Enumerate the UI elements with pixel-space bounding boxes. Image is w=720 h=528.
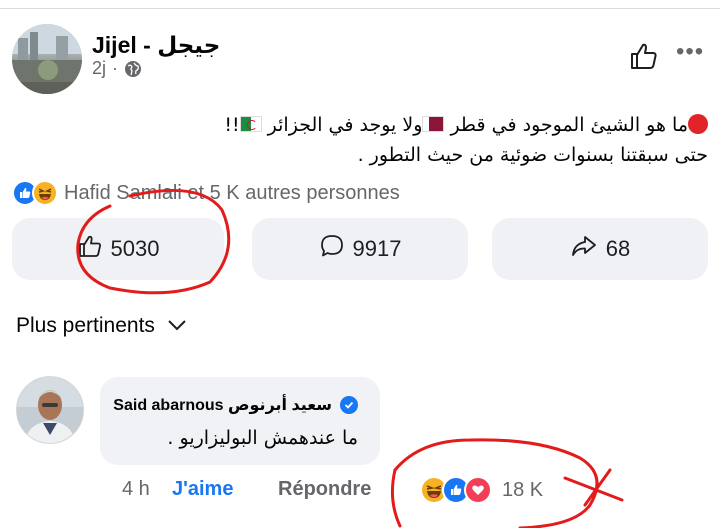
comment-author-row: Said abarnous سعيد أبرنوص (113, 395, 358, 415)
post-text-part-1: ما هو الشيئ الموجود في قطر (450, 114, 688, 136)
share-icon (570, 233, 598, 265)
share-count: 68 (605, 236, 631, 261)
sort-label: Plus pertinents (16, 314, 155, 337)
post-text-part-2: ولا يوجد في الجزائر (267, 114, 423, 136)
meta-separator: · (112, 58, 119, 78)
page-title[interactable]: Jijel - جيجل (92, 32, 220, 59)
like-count: 5030 (110, 236, 160, 261)
verified-badge-icon (340, 396, 358, 414)
red-circle-emoji (688, 114, 708, 134)
love-icon (464, 476, 492, 504)
thumbs-up-icon (77, 233, 103, 265)
post-meta: 2j · (92, 58, 142, 79)
page-avatar[interactable] (12, 24, 82, 94)
post-time[interactable]: 2j (92, 58, 106, 79)
commenter-avatar[interactable] (16, 376, 84, 444)
globe-icon (124, 60, 142, 78)
algeria-flag-icon (239, 116, 262, 132)
comment-bubble[interactable]: Said abarnous سعيد أبرنوص ما عندهمش البو… (100, 377, 380, 465)
post-text-part-3: !! (224, 114, 240, 136)
post-line-2: حتى سبقتنا بسنوات ضوئية من حيث التطور . (357, 144, 708, 166)
reactions-summary[interactable]: Hafid Samlali et 5 K autres personnes (12, 180, 400, 206)
more-options-icon[interactable]: ••• (676, 40, 710, 66)
top-divider (0, 0, 720, 9)
comment-count: 9917 (352, 236, 402, 261)
like-page-icon[interactable] (628, 40, 660, 72)
comment-reactions[interactable]: 18 K (420, 476, 543, 504)
like-button[interactable]: 5030 (12, 218, 224, 280)
post-body: ما هو الشيئ الموجود في قطر ولا يوجد في ا… (200, 110, 708, 170)
comment-like-button[interactable]: J'aime (172, 478, 278, 501)
comment-time[interactable]: 4 h (122, 478, 172, 501)
haha-icon (32, 180, 58, 206)
comment-sort-dropdown[interactable]: Plus pertinents (16, 314, 187, 338)
comment-actions: 4 h J'aime Répondre (122, 478, 371, 501)
share-button[interactable]: 68 (492, 218, 708, 280)
comment-reply-button[interactable]: Répondre (278, 478, 371, 501)
comment-reaction-count: 18 K (502, 478, 544, 501)
qatar-flag-icon (422, 116, 445, 132)
comment-author[interactable]: Said abarnous سعيد أبرنوص (113, 395, 332, 415)
comment-icon (319, 233, 345, 265)
comment-button[interactable]: 9917 (252, 218, 468, 280)
comment-text: ما عندهمش البوليزاريو . (167, 427, 358, 449)
chevron-down-icon (167, 314, 187, 338)
reactions-summary-text[interactable]: Hafid Samlali et 5 K autres personnes (64, 182, 400, 205)
post-line-1: ما هو الشيئ الموجود في قطر ولا يوجد في ا… (200, 110, 708, 140)
